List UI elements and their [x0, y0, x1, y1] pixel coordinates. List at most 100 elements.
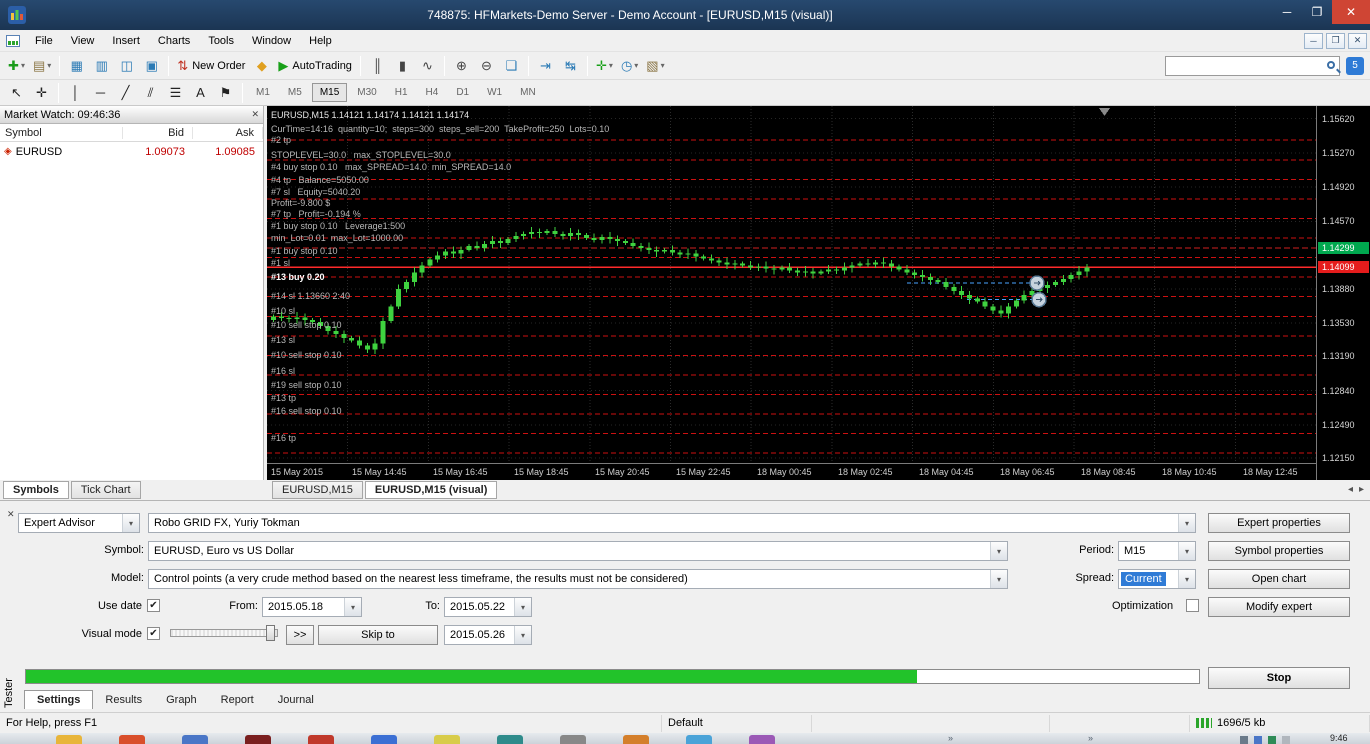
- use-date-checkbox[interactable]: [147, 599, 160, 612]
- timeframe-m5[interactable]: M5: [280, 83, 310, 102]
- taskbar-overflow-chevron[interactable]: »: [1088, 733, 1093, 743]
- taskbar-overflow-chevron[interactable]: »: [948, 733, 953, 743]
- spread-select[interactable]: Current: [1118, 569, 1196, 589]
- text-icon[interactable]: A: [189, 82, 212, 104]
- chevron-down-icon[interactable]: [344, 598, 361, 616]
- terminal-icon[interactable]: ▣: [140, 55, 163, 77]
- taskbar-app-icon[interactable]: [560, 735, 586, 744]
- tray-icon[interactable]: [1254, 736, 1262, 744]
- tile-windows-icon[interactable]: ❏: [500, 55, 523, 77]
- fibonacci-icon[interactable]: ☰: [164, 82, 187, 104]
- chart-shift-icon[interactable]: ↹: [559, 55, 582, 77]
- navigator-icon[interactable]: ◫: [115, 55, 138, 77]
- skip-to-date-select[interactable]: 2015.05.26: [444, 625, 532, 645]
- data-window-icon[interactable]: ▥: [90, 55, 113, 77]
- zoom-in-icon[interactable]: ⊕: [450, 55, 473, 77]
- chevron-down-icon[interactable]: [990, 570, 1007, 588]
- tab-results[interactable]: Results: [93, 691, 154, 709]
- symbol-select[interactable]: EURUSD, Euro vs US Dollar: [148, 541, 1008, 561]
- to-date-select[interactable]: 2015.05.22: [444, 597, 532, 617]
- new-order-button[interactable]: ⇅ New Order: [174, 55, 248, 77]
- taskbar-app-icon[interactable]: [371, 735, 397, 744]
- autotrading-button[interactable]: ▶ AutoTrading: [275, 55, 355, 77]
- column-ask[interactable]: Ask: [193, 126, 263, 139]
- taskbar-app-icon[interactable]: [497, 735, 523, 744]
- windows-taskbar[interactable]: 9:46 » »: [0, 733, 1370, 744]
- maximize-button[interactable]: ❐: [1302, 0, 1332, 24]
- channel-icon[interactable]: ⫽: [139, 82, 162, 104]
- autoscroll-icon[interactable]: ⇥: [534, 55, 557, 77]
- timeframe-mn[interactable]: MN: [512, 83, 544, 102]
- taskbar-app-icon[interactable]: [308, 735, 334, 744]
- tray-icon[interactable]: [1268, 736, 1276, 744]
- visual-speed-slider[interactable]: [170, 629, 278, 637]
- column-bid[interactable]: Bid: [123, 126, 193, 139]
- optimization-checkbox[interactable]: [1186, 599, 1199, 612]
- tab-settings[interactable]: Settings: [24, 690, 94, 709]
- tab-scroll-right-icon[interactable]: ▸: [1359, 484, 1364, 495]
- minimize-button[interactable]: ─: [1272, 0, 1302, 24]
- market-watch-close-icon[interactable]: ✕: [251, 109, 259, 120]
- taskbar-app-icon[interactable]: [434, 735, 460, 744]
- fast-forward-button[interactable]: >>: [286, 625, 314, 645]
- child-minimize-button[interactable]: ─: [1304, 32, 1323, 49]
- taskbar-app-icon[interactable]: [56, 735, 82, 744]
- chevron-down-icon[interactable]: ▾: [634, 61, 638, 70]
- taskbar-app-icon[interactable]: [749, 735, 775, 744]
- menu-charts[interactable]: Charts: [149, 32, 199, 50]
- chevron-down-icon[interactable]: [122, 514, 139, 532]
- chevron-down-icon[interactable]: [1178, 514, 1195, 532]
- zoom-out-icon[interactable]: ⊖: [475, 55, 498, 77]
- model-select[interactable]: Control points (a very crude method base…: [148, 569, 1008, 589]
- expert-properties-button[interactable]: Expert properties: [1208, 513, 1350, 533]
- menu-window[interactable]: Window: [243, 32, 300, 50]
- period-select[interactable]: M15: [1118, 541, 1196, 561]
- timeframe-m1[interactable]: M1: [248, 83, 278, 102]
- tray-icon[interactable]: [1282, 736, 1290, 744]
- tab-scroll-left-icon[interactable]: ◂: [1348, 484, 1353, 495]
- search-icon[interactable]: [1327, 60, 1335, 69]
- stop-button[interactable]: Stop: [1208, 667, 1350, 689]
- market-watch-icon[interactable]: ▦: [65, 55, 88, 77]
- visual-speed-slider-handle[interactable]: [266, 625, 275, 641]
- tester-close-icon[interactable]: ✕: [7, 509, 15, 520]
- chevron-down-icon[interactable]: [514, 626, 531, 644]
- skip-to-button[interactable]: Skip to: [318, 625, 438, 645]
- chart-tab-eurusd-m15-visual[interactable]: EURUSD,M15 (visual): [364, 481, 498, 499]
- trendline-icon[interactable]: ╱: [114, 82, 137, 104]
- taskbar-app-icon[interactable]: [119, 735, 145, 744]
- menu-tools[interactable]: Tools: [199, 32, 243, 50]
- chevron-down-icon[interactable]: ▾: [609, 61, 613, 70]
- open-chart-button[interactable]: Open chart: [1208, 569, 1350, 589]
- crosshair-icon[interactable]: ✛: [30, 82, 53, 104]
- indicators-icon[interactable]: ✛ ▾: [593, 55, 616, 77]
- chevron-down-icon[interactable]: ▾: [21, 61, 25, 70]
- ea-type-select[interactable]: Expert Advisor: [18, 513, 140, 533]
- cursor-icon[interactable]: ↖: [5, 82, 28, 104]
- status-profile[interactable]: Default: [662, 714, 812, 732]
- tab-report[interactable]: Report: [209, 691, 266, 709]
- candles-icon[interactable]: ▮: [391, 55, 414, 77]
- symbol-properties-button[interactable]: Symbol properties: [1208, 541, 1350, 561]
- timeframe-d1[interactable]: D1: [448, 83, 477, 102]
- chart-tab-eurusd-m15[interactable]: EURUSD,M15: [272, 481, 363, 499]
- timeframe-w1[interactable]: W1: [479, 83, 510, 102]
- periods-icon[interactable]: ◷ ▾: [618, 55, 641, 77]
- child-close-button[interactable]: ✕: [1348, 32, 1367, 49]
- menu-help[interactable]: Help: [300, 32, 341, 50]
- tab-symbols[interactable]: Symbols: [3, 481, 69, 499]
- tray-icon[interactable]: [1240, 736, 1248, 744]
- hline-icon[interactable]: ─: [89, 82, 112, 104]
- taskbar-app-icon[interactable]: [245, 735, 271, 744]
- tab-tick-chart[interactable]: Tick Chart: [70, 481, 141, 499]
- chevron-down-icon[interactable]: [1178, 542, 1195, 560]
- taskbar-clock[interactable]: 9:46: [1330, 733, 1348, 743]
- timeframe-m30[interactable]: M30: [349, 83, 384, 102]
- arrows-icon[interactable]: ⚑: [214, 82, 237, 104]
- templates-icon[interactable]: ▧ ▾: [643, 55, 667, 77]
- title-bar[interactable]: 748875: HFMarkets-Demo Server - Demo Acc…: [0, 0, 1370, 30]
- chevron-down-icon[interactable]: [514, 598, 531, 616]
- modify-expert-button[interactable]: Modify expert: [1208, 597, 1350, 617]
- taskbar-app-icon[interactable]: [623, 735, 649, 744]
- taskbar-app-icon[interactable]: [182, 735, 208, 744]
